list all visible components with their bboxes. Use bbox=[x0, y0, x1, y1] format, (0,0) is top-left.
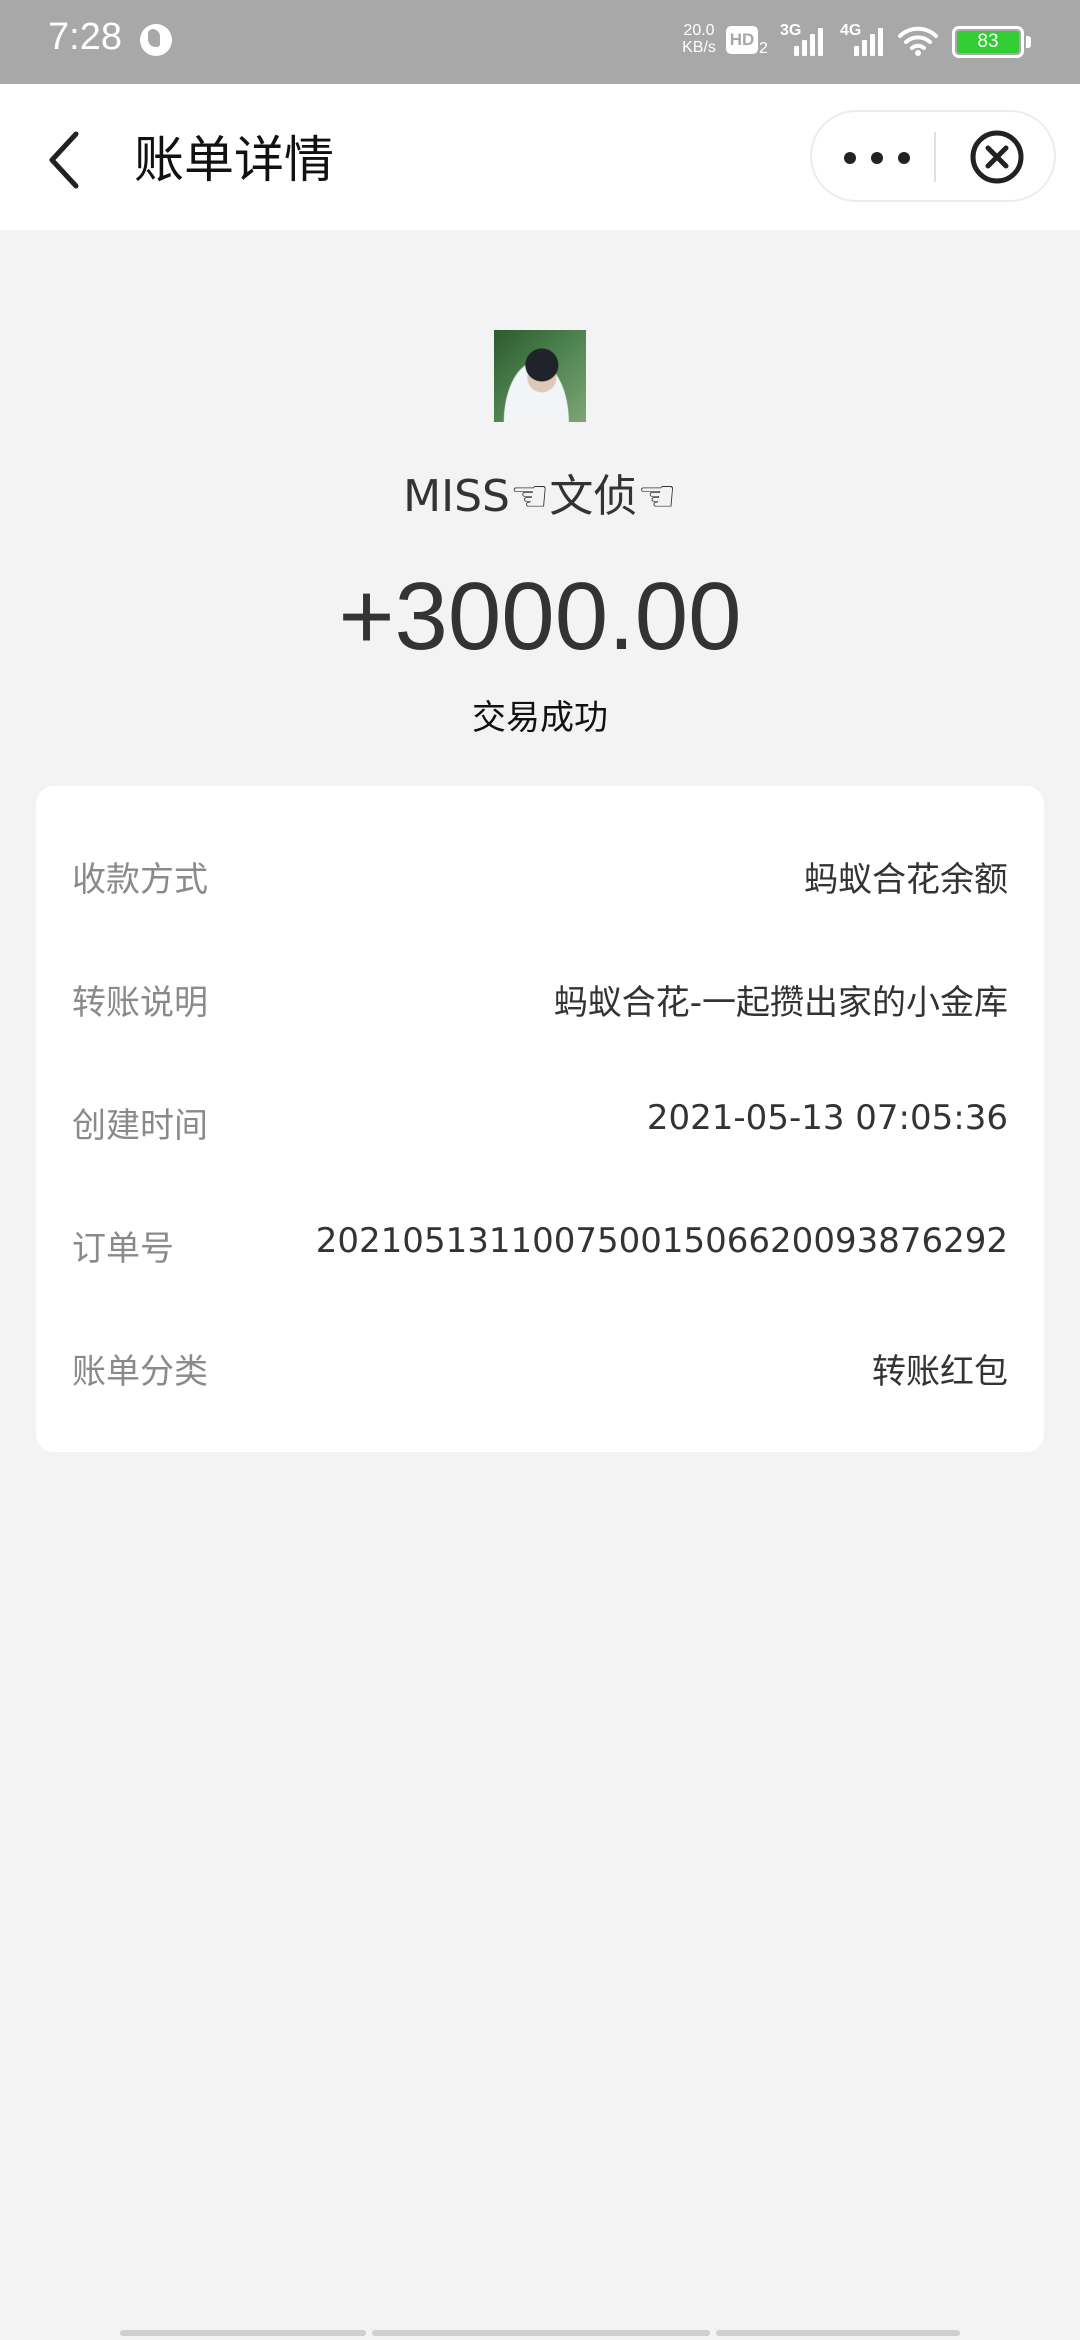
detail-label: 收款方式 bbox=[72, 860, 208, 900]
detail-value: 2021-05-13 07:05:36 bbox=[646, 1098, 1008, 1138]
gesture-bar bbox=[716, 2330, 960, 2336]
battery-icon: 83 bbox=[952, 26, 1024, 58]
detail-value: 蚂蚁合花余额 bbox=[804, 860, 1008, 900]
detail-label: 转账说明 bbox=[72, 983, 208, 1023]
status-time: 7:28 bbox=[48, 16, 122, 58]
battery-level: 83 bbox=[957, 31, 1019, 53]
capsule-divider bbox=[934, 132, 936, 182]
payer-nickname: MISS☜文侦☜ bbox=[403, 471, 677, 522]
gesture-bar bbox=[120, 2330, 366, 2336]
detail-row-payment-method: 收款方式 蚂蚁合花余额 bbox=[36, 824, 1044, 920]
transaction-amount: +3000.00 bbox=[338, 563, 742, 670]
detail-value: 转账红包 bbox=[872, 1352, 1008, 1392]
page-title: 账单详情 bbox=[134, 131, 334, 189]
details-card: 收款方式 蚂蚁合花余额 转账说明 蚂蚁合花-一起攒出家的小金库 创建时间 202… bbox=[36, 786, 1044, 1452]
globe-icon bbox=[140, 24, 172, 56]
network-speed: 20.0 KB/s bbox=[682, 22, 716, 56]
gesture-bar bbox=[372, 2330, 710, 2336]
close-button[interactable] bbox=[968, 128, 1026, 186]
detail-row-order-number: 订单号 2021051311007500150662009387629​2 bbox=[36, 1193, 1044, 1289]
signal-4g-icon bbox=[852, 24, 888, 56]
detail-label: 账单分类 bbox=[72, 1352, 208, 1392]
detail-value: 2021051311007500150662009387629​2 bbox=[315, 1221, 1008, 1261]
detail-row-created-time: 创建时间 2021-05-13 07:05:36 bbox=[36, 1070, 1044, 1166]
status-bar: 7:28 20.0 KB/s HD 2 3G 4G 83 bbox=[0, 0, 1080, 84]
detail-row-transfer-note: 转账说明 蚂蚁合花-一起攒出家的小金库 bbox=[36, 947, 1044, 1043]
more-button[interactable] bbox=[842, 142, 912, 172]
hd-icon: HD bbox=[726, 26, 758, 54]
avatar bbox=[494, 330, 586, 422]
battery-tip bbox=[1026, 36, 1031, 48]
detail-label: 订单号 bbox=[72, 1229, 174, 1269]
wifi-icon bbox=[898, 26, 938, 56]
transaction-status: 交易成功 bbox=[472, 698, 608, 738]
back-button[interactable] bbox=[36, 120, 96, 200]
hd-sub-label: 2 bbox=[759, 40, 768, 57]
nav-bar: 账单详情 bbox=[0, 84, 1080, 230]
detail-value: 蚂蚁合花-一起攒出家的小金库 bbox=[553, 983, 1008, 1023]
mini-program-capsule bbox=[810, 110, 1056, 202]
detail-row-bill-category: 账单分类 转账红包 bbox=[36, 1316, 1044, 1412]
detail-label: 创建时间 bbox=[72, 1106, 208, 1146]
signal-3g-icon bbox=[792, 24, 828, 56]
